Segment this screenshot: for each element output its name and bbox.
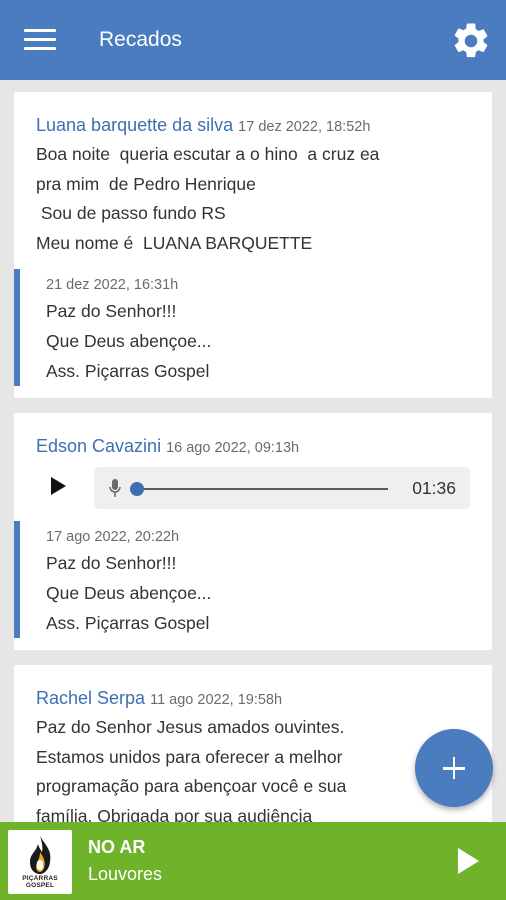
app-bar: Recados (0, 0, 506, 80)
station-logo-text: PIÇARRAS GOSPEL (22, 875, 58, 889)
message-text: Paz do Senhor Jesus amados ouvintes. Est… (36, 717, 347, 822)
gear-icon[interactable] (450, 20, 492, 62)
page-title: Recados (99, 28, 182, 51)
message-header: Edson Cavazini 16 ago 2022, 09:13h (14, 435, 321, 459)
hamburger-menu-icon[interactable] (24, 29, 56, 51)
program-name: Louvores (88, 864, 163, 884)
message-card[interactable]: Luana barquette da silva 17 dez 2022, 18:… (14, 92, 492, 398)
station-logo: PIÇARRAS GOSPEL (8, 830, 72, 894)
message-date: 11 ago 2022, 19:58h (150, 692, 283, 708)
message-card[interactable]: Edson Cavazini 16 ago 2022, 09:13h 01:36 … (14, 413, 492, 650)
reply-block: 17 ago 2022, 20:22h Paz do Senhor!!! Que… (14, 521, 492, 638)
plus-icon (452, 757, 456, 779)
microphone-icon (109, 479, 121, 497)
message-date: 17 dez 2022, 18:52h (238, 119, 371, 135)
messages-feed[interactable]: Luana barquette da silva 17 dez 2022, 18:… (0, 80, 506, 822)
audio-seek-handle[interactable] (130, 482, 144, 496)
message-author: Rachel Serpa (36, 688, 146, 708)
message-author: Edson Cavazini (36, 436, 162, 456)
play-icon[interactable] (456, 847, 480, 875)
reply-text: Paz do Senhor!!! Que Deus abençoe... Ass… (46, 301, 212, 381)
radio-player-bar[interactable]: PIÇARRAS GOSPEL NO AR Louvores (0, 822, 506, 900)
audio-play-icon[interactable] (47, 475, 69, 497)
reply-date: 21 dez 2022, 16:31h (46, 277, 179, 293)
message-date: 16 ago 2022, 09:13h (166, 440, 300, 456)
message-header: Rachel Serpa 11 ago 2022, 19:58h (14, 687, 304, 711)
add-message-button[interactable] (415, 729, 493, 807)
reply-block: 21 dez 2022, 16:31h Paz do Senhor!!! Que… (14, 269, 492, 386)
reply-date: 17 ago 2022, 20:22h (46, 529, 180, 545)
audio-seek-bar[interactable] (138, 488, 388, 490)
message-card[interactable]: Rachel Serpa 11 ago 2022, 19:58h Paz do S… (14, 665, 492, 822)
message-header: Luana barquette da silva 17 dez 2022, 18:… (14, 114, 392, 138)
message-author: Luana barquette da silva (36, 115, 234, 135)
message-text: Boa noite queria escutar a o hino a cruz… (36, 144, 380, 253)
on-air-label: NO AR (88, 837, 146, 857)
audio-duration: 01:36 (412, 478, 456, 498)
audio-player: 01:36 (94, 467, 470, 509)
reply-text: Paz do Senhor!!! Que Deus abençoe... Ass… (46, 553, 212, 633)
